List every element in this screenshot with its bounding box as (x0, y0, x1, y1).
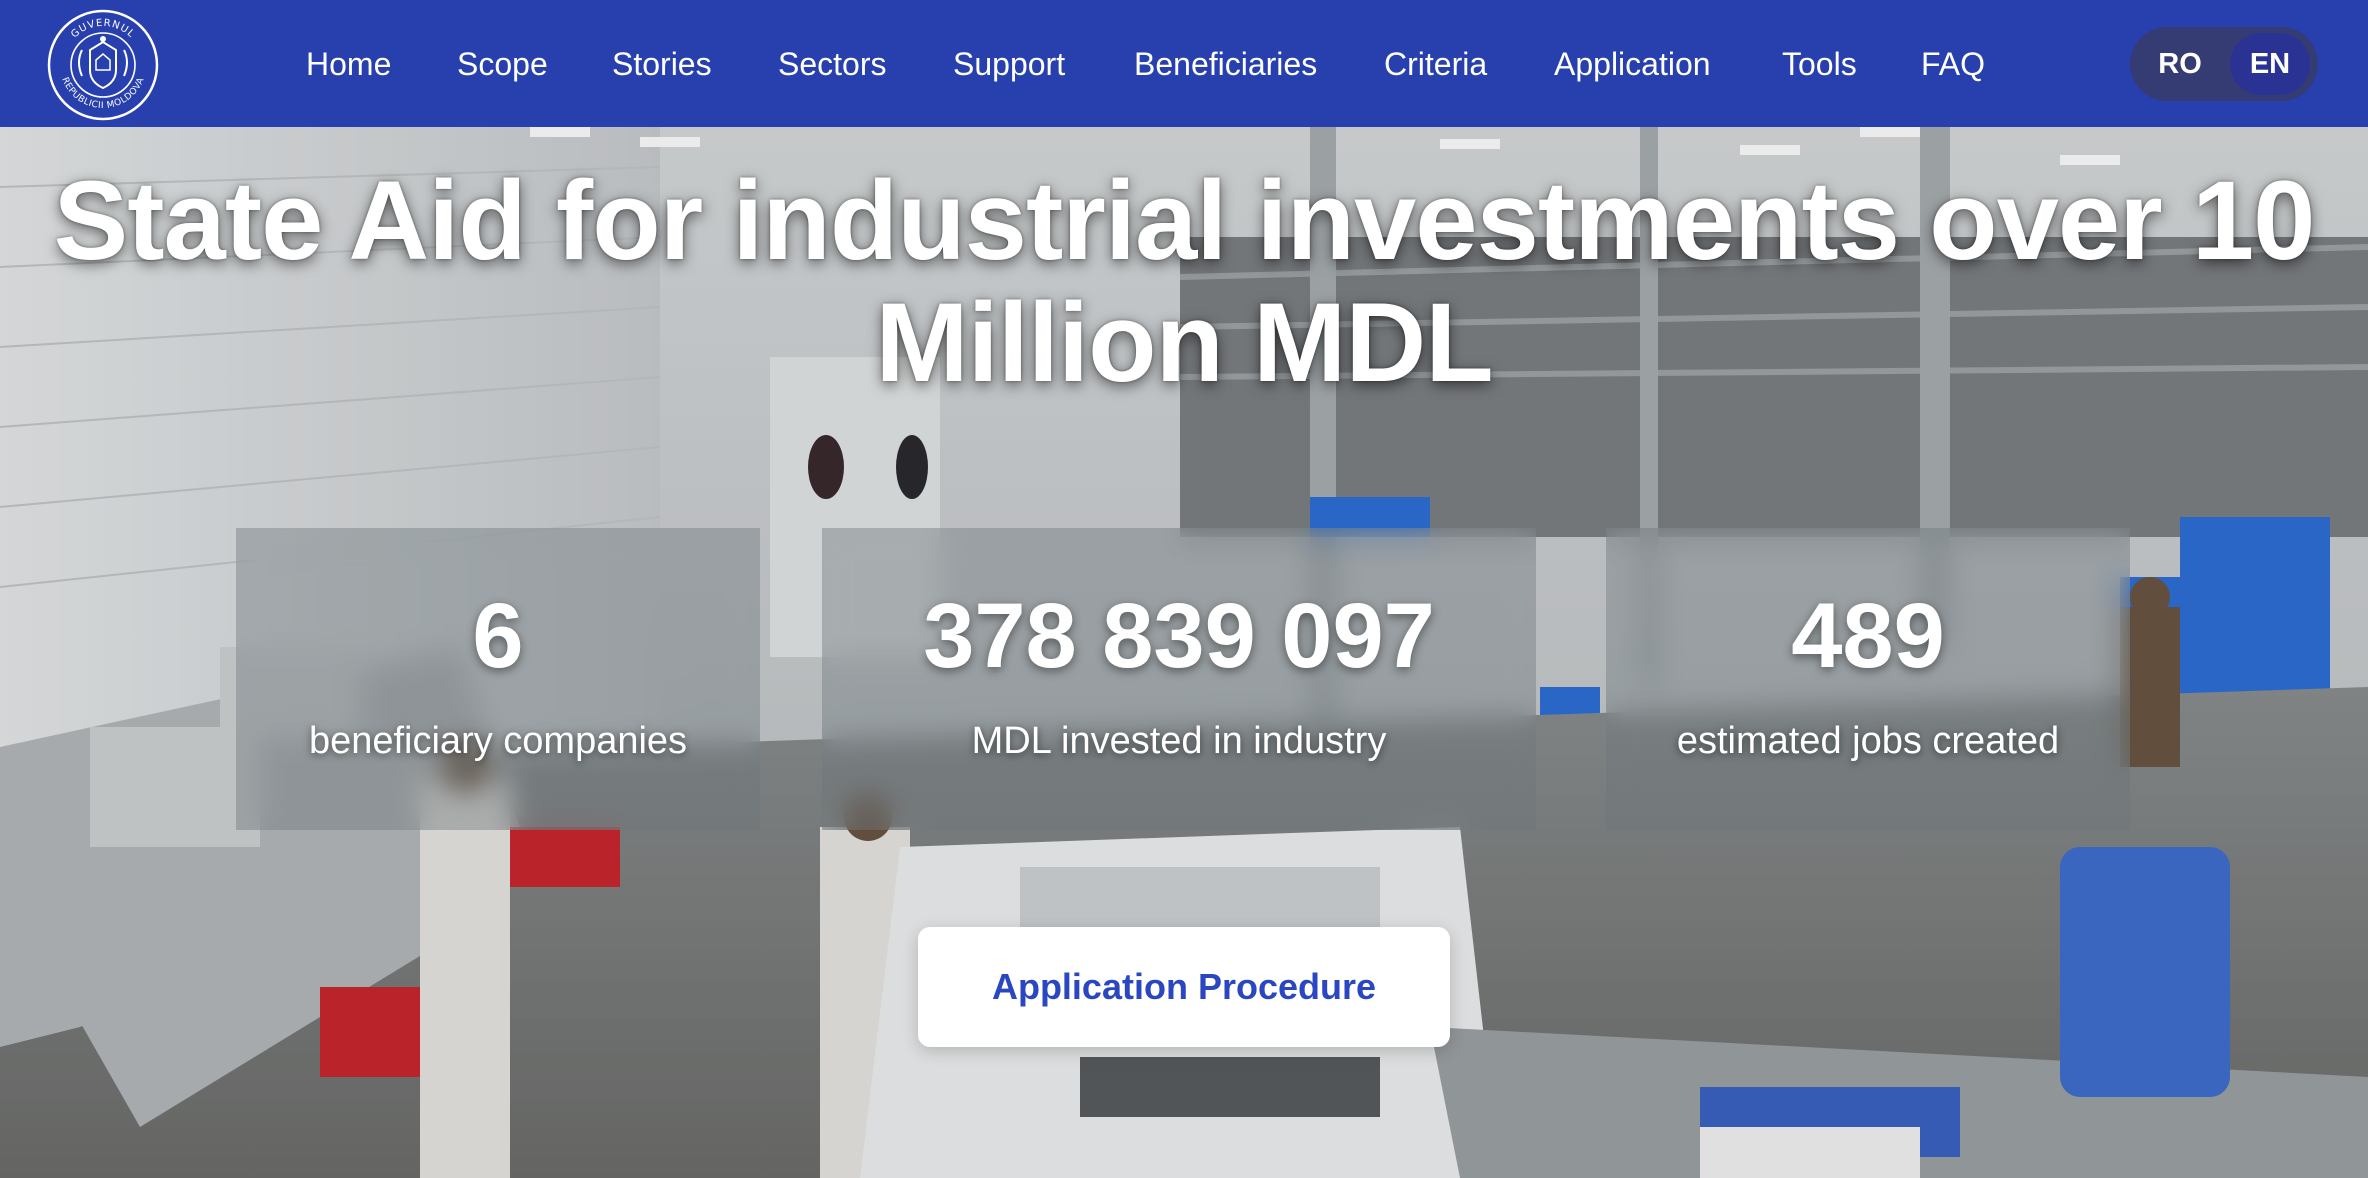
stat-label-jobs: estimated jobs created (1676, 720, 2060, 762)
nav-home[interactable]: Home (306, 42, 391, 86)
language-en-button[interactable]: EN (2230, 33, 2310, 95)
nav-beneficiaries[interactable]: Beneficiaries (1134, 42, 1317, 86)
nav-scope[interactable]: Scope (457, 42, 548, 86)
nav-stories[interactable]: Stories (612, 42, 712, 86)
top-navigation-bar: GUVERNUL REPUBLICII MOLDOVA Home Scope S… (0, 0, 2368, 127)
nav-support[interactable]: Support (953, 42, 1065, 86)
page: GUVERNUL REPUBLICII MOLDOVA Home Scope S… (0, 0, 2368, 1178)
main-navigation: Home Scope Stories Sectors Support Benef… (0, 0, 2368, 127)
stat-value-jobs: 489 (1791, 585, 1945, 687)
stat-label-investment: MDL invested in industry (971, 720, 1387, 762)
language-switcher: RO EN (2130, 27, 2318, 101)
application-procedure-button[interactable]: Application Procedure (918, 927, 1450, 1047)
stat-label-beneficiaries: beneficiary companies (308, 720, 688, 762)
stat-card-investment: 378 839 097 MDL invested in industry (822, 528, 1536, 830)
stat-card-beneficiaries: 6 beneficiary companies (236, 528, 760, 830)
nav-application[interactable]: Application (1554, 42, 1711, 86)
nav-faq[interactable]: FAQ (1921, 42, 1985, 86)
stat-value-beneficiaries: 6 (472, 585, 524, 687)
stat-value-investment: 378 839 097 (923, 585, 1435, 687)
language-ro-button[interactable]: RO (2140, 27, 2220, 101)
nav-sectors[interactable]: Sectors (778, 42, 886, 86)
nav-tools[interactable]: Tools (1782, 42, 1857, 86)
hero-title: State Aid for industrial investments ove… (53, 158, 2316, 405)
stat-card-jobs: 489 estimated jobs created (1606, 528, 2130, 830)
nav-criteria[interactable]: Criteria (1384, 42, 1487, 86)
